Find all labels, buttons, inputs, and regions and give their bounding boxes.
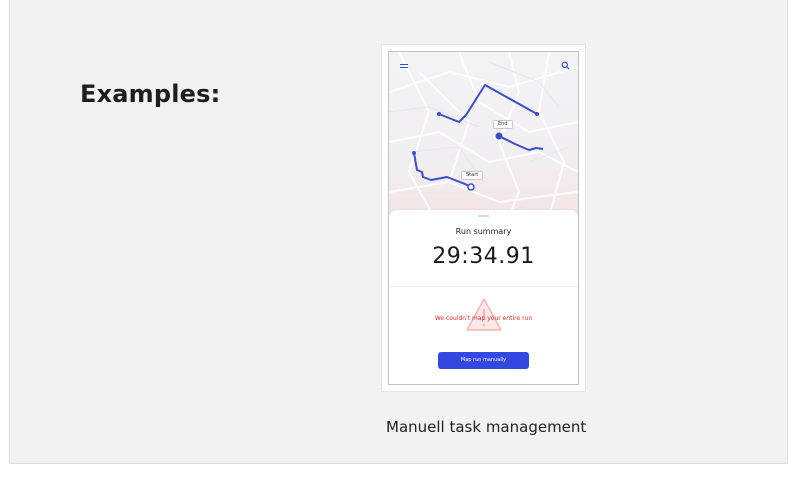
run-summary-sheet: Run summary 29:34.91 We couldn't map you… <box>389 210 578 384</box>
end-label: End <box>493 120 513 129</box>
example-slide: Examples: End Start Run summary 29:34.91… <box>9 0 788 464</box>
menu-icon[interactable] <box>400 64 408 70</box>
run-map: End Start <box>389 52 578 217</box>
run-time: 29:34.91 <box>432 244 535 269</box>
divider <box>389 286 578 287</box>
phone-screen: End Start Run summary 29:34.91 We couldn… <box>388 51 579 385</box>
map-streets <box>389 52 578 217</box>
phone-mockup: End Start Run summary 29:34.91 We couldn… <box>381 44 586 392</box>
sheet-handle[interactable] <box>478 215 489 217</box>
search-icon[interactable] <box>561 61 570 70</box>
run-summary-title: Run summary <box>455 227 512 236</box>
route-segment-end <box>498 135 544 151</box>
route-segment-start <box>413 152 472 188</box>
examples-heading: Examples: <box>80 80 221 108</box>
example-caption: Manuell task management <box>386 418 587 436</box>
map-manually-button[interactable]: Map run manually <box>438 352 529 369</box>
start-label: Start <box>461 171 484 180</box>
map-error-message: We couldn't map your entire run <box>434 315 533 322</box>
map-canvas <box>389 52 578 217</box>
